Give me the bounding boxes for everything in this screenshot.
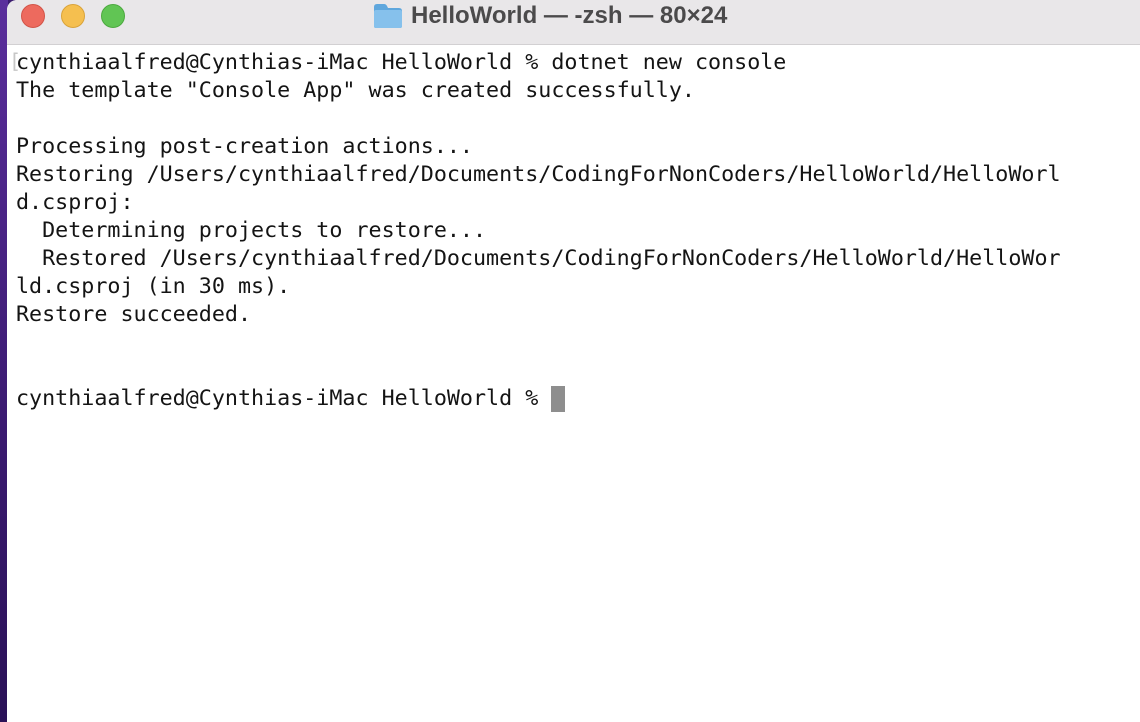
- terminal-line: cynthiaalfred@Cynthias-iMac HelloWorld %…: [16, 50, 787, 75]
- terminal-line: ld.csproj (in 30 ms).: [16, 274, 291, 299]
- terminal-window: HelloWorld — -zsh — 80×24 [ ] cynthiaalf…: [7, 0, 1140, 722]
- terminal-line: Restored /Users/cynthiaalfred/Documents/…: [16, 246, 1061, 271]
- terminal-line: Restoring /Users/cynthiaalfred/Documents…: [16, 162, 1061, 187]
- zoom-button[interactable]: [101, 4, 125, 28]
- terminal-line: Processing post-creation actions...: [16, 134, 473, 159]
- terminal-line: d.csproj:: [16, 190, 134, 215]
- terminal-output: cynthiaalfred@Cynthias-iMac HelloWorld %…: [16, 49, 1061, 329]
- window-title: HelloWorld — -zsh — 80×24: [411, 2, 728, 29]
- prompt-text: cynthiaalfred@Cynthias-iMac HelloWorld %: [16, 386, 552, 411]
- window-title-group: HelloWorld — -zsh — 80×24: [373, 0, 727, 32]
- terminal-line: The template "Console App" was created s…: [16, 78, 695, 103]
- close-button[interactable]: [21, 4, 45, 28]
- minimize-button[interactable]: [61, 4, 85, 28]
- title-bar[interactable]: HelloWorld — -zsh — 80×24: [7, 0, 1140, 45]
- terminal-line: Restore succeeded.: [16, 302, 252, 327]
- text-cursor: [551, 386, 566, 412]
- terminal-line: Determining projects to restore...: [16, 218, 487, 243]
- folder-icon: [374, 4, 402, 28]
- command-prompt[interactable]: cynthiaalfred@Cynthias-iMac HelloWorld %: [16, 385, 566, 413]
